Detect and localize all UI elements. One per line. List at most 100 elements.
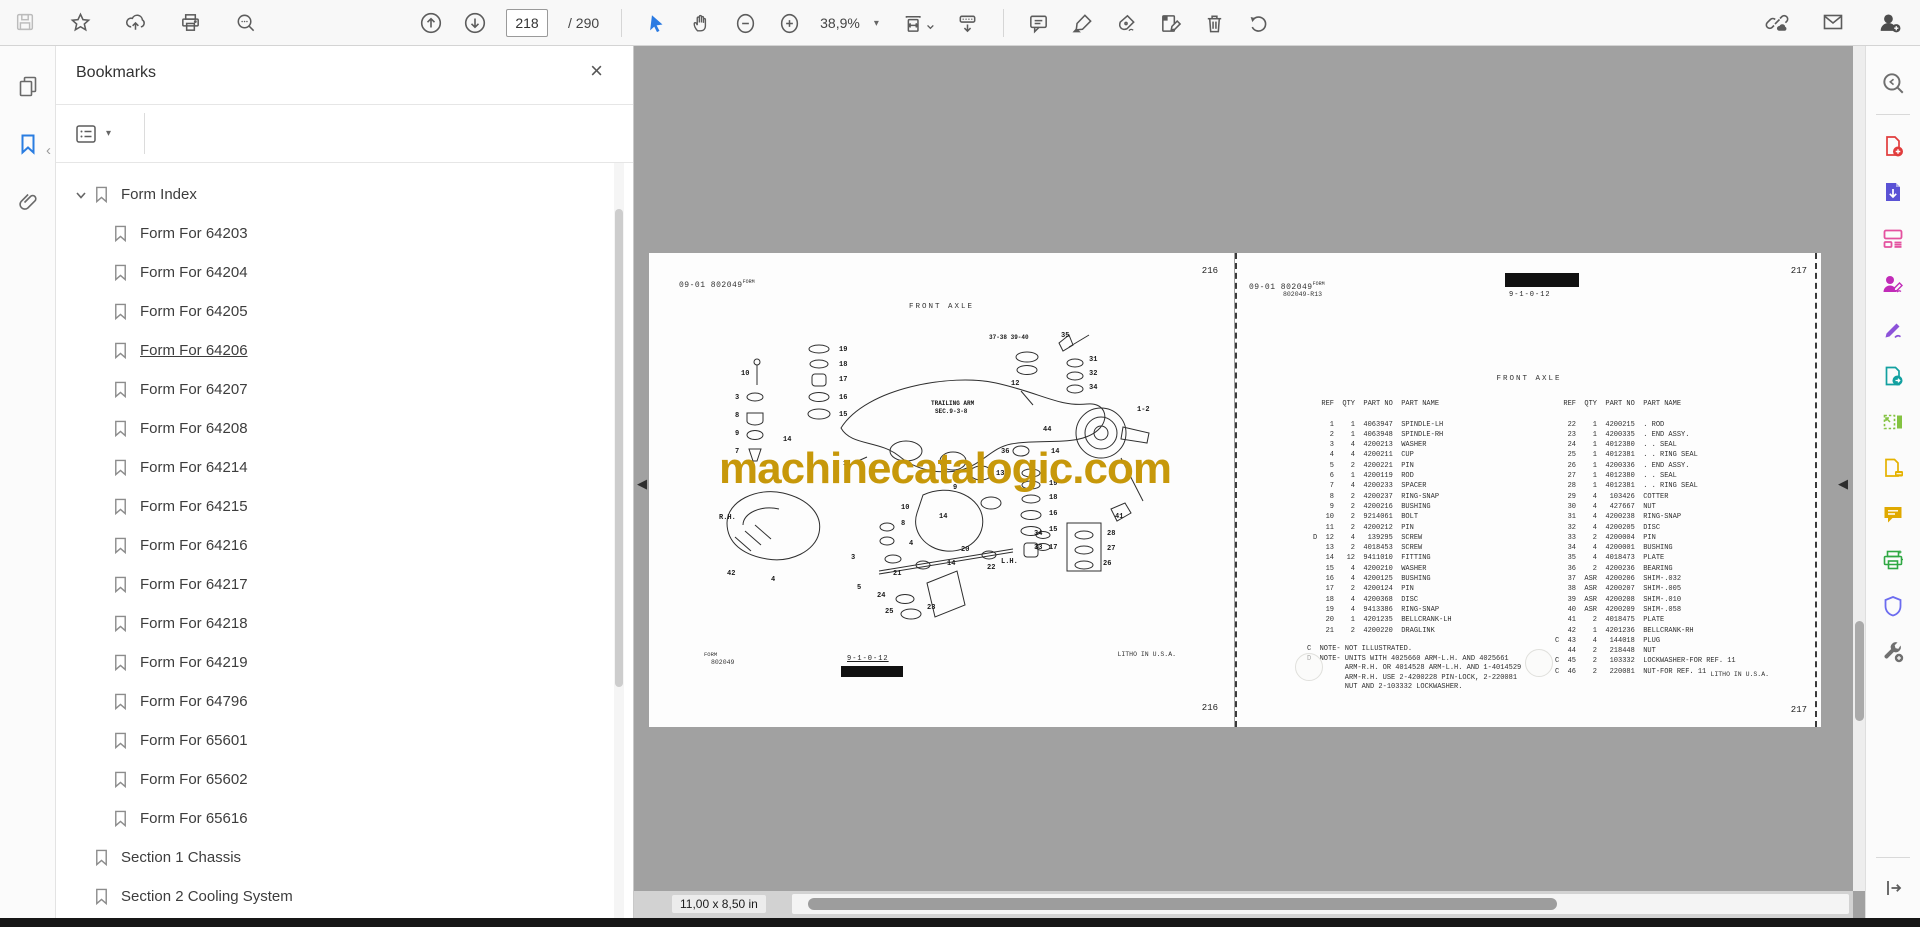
bookmark-item[interactable]: Form For 65601 xyxy=(56,721,611,760)
bookmark-item-label: Form For 64206 xyxy=(140,342,248,359)
select-tool-icon[interactable] xyxy=(644,10,670,36)
protect-icon[interactable] xyxy=(1866,583,1920,629)
bookmark-item[interactable]: Form For 64204 xyxy=(56,253,611,292)
svg-text:5: 5 xyxy=(857,584,861,592)
previous-page-icon[interactable] xyxy=(418,10,444,36)
svg-text:16: 16 xyxy=(1049,510,1057,518)
search-tools-icon[interactable] xyxy=(1866,60,1920,106)
zoom-level-dropdown[interactable]: 38,9% ▾ xyxy=(820,15,879,31)
bookmark-item[interactable]: Section 2 Cooling System xyxy=(56,877,611,916)
bookmark-item-label: Form For 64208 xyxy=(140,420,248,437)
close-icon[interactable]: × xyxy=(590,58,603,84)
delete-trash-icon[interactable] xyxy=(1202,10,1228,36)
highlighter-icon[interactable] xyxy=(1070,10,1096,36)
bookmark-item[interactable]: Form For 64218 xyxy=(56,604,611,643)
hand-tool-icon[interactable] xyxy=(688,10,714,36)
edit-pdf-icon[interactable] xyxy=(1866,215,1920,261)
share-link-icon[interactable] xyxy=(1764,9,1790,35)
svg-text:25: 25 xyxy=(885,608,893,616)
bookmark-item[interactable]: Form Index xyxy=(56,175,611,214)
bookmark-item[interactable]: Form For 64215 xyxy=(56,487,611,526)
edit-page-icon[interactable] xyxy=(1158,10,1184,36)
create-pdf-icon[interactable] xyxy=(1866,123,1920,169)
svg-text:1-2: 1-2 xyxy=(1137,406,1150,414)
email-icon[interactable] xyxy=(1820,9,1846,35)
svg-text:42: 42 xyxy=(727,570,735,578)
comment-icon[interactable] xyxy=(1026,10,1052,36)
page-scrolling-icon[interactable] xyxy=(955,10,981,36)
bookmark-item[interactable]: Form For 65602 xyxy=(56,760,611,799)
svg-text:R.H.: R.H. xyxy=(719,514,736,522)
svg-text:4: 4 xyxy=(771,576,775,584)
scan-and-ocr-icon[interactable] xyxy=(1866,537,1920,583)
expand-tools-arrow-icon[interactable]: ◀ xyxy=(1838,476,1848,492)
bookmarks-scrollbar[interactable] xyxy=(614,163,624,918)
bookmarks-options-button[interactable]: ▾ xyxy=(74,123,111,145)
svg-text:18: 18 xyxy=(839,361,847,369)
bookmark-item[interactable]: Form For 64216 xyxy=(56,526,611,565)
bookmark-icon xyxy=(93,848,110,867)
bookmarks-tree: Form Index Form For 64203 Form For 64204 Fo… xyxy=(56,163,611,918)
organize-pages-icon[interactable] xyxy=(1866,399,1920,445)
top-toolbar: / 290 38,9% ▾ xyxy=(0,0,1920,46)
next-page-icon[interactable] xyxy=(462,10,488,36)
bookmark-item[interactable]: Form For 65616 xyxy=(56,799,611,838)
print-icon[interactable] xyxy=(177,9,203,35)
fill-and-sign-icon[interactable] xyxy=(1866,307,1920,353)
bookmark-item[interactable]: Form For 64219 xyxy=(56,643,611,682)
document-horizontal-scrollbar-thumb[interactable] xyxy=(808,898,1557,910)
bookmark-item[interactable]: Form For 64206 xyxy=(56,331,611,370)
search-icon[interactable] xyxy=(232,9,258,35)
bookmark-icon xyxy=(112,614,129,633)
svg-text:L.H.: L.H. xyxy=(1001,558,1018,566)
panel-collapse-notch-icon[interactable]: ‹ xyxy=(46,142,51,159)
redo-rotate-icon[interactable] xyxy=(1246,10,1272,36)
account-avatar-icon[interactable] xyxy=(1876,9,1902,35)
document-status-bar: 11,00 x 8,50 in xyxy=(634,891,1853,918)
bookmark-icon xyxy=(112,536,129,555)
bookmark-item[interactable]: Section 1 Chassis xyxy=(56,838,611,877)
bookmarks-scrollbar-thumb[interactable] xyxy=(615,209,623,687)
fit-width-icon[interactable] xyxy=(897,10,937,36)
svg-text:20: 20 xyxy=(961,546,969,554)
bookmark-item-label: Form For 64217 xyxy=(140,576,248,593)
star-icon[interactable] xyxy=(67,9,93,35)
bookmark-item[interactable]: Form For 64205 xyxy=(56,292,611,331)
bookmark-item[interactable]: Form For 64214 xyxy=(56,448,611,487)
chevron-down-icon[interactable] xyxy=(69,188,93,202)
svg-text:26: 26 xyxy=(1103,560,1111,568)
previous-spread-arrow-icon[interactable]: ◀ xyxy=(637,476,647,492)
bookmark-item[interactable]: Form For 64208 xyxy=(56,409,611,448)
bookmark-item[interactable]: Form For 64203 xyxy=(56,214,611,253)
collapse-tools-rail-icon[interactable] xyxy=(1866,876,1920,900)
more-tools-icon[interactable] xyxy=(1866,629,1920,675)
page-number-input[interactable] xyxy=(506,9,548,37)
svg-text:10: 10 xyxy=(901,504,909,512)
svg-text:16: 16 xyxy=(839,394,847,402)
bookmark-item[interactable]: Form For 64217 xyxy=(56,565,611,604)
svg-text:SEC.9-3-8: SEC.9-3-8 xyxy=(935,408,968,415)
export-pdf-icon[interactable] xyxy=(1866,169,1920,215)
request-esignatures-icon[interactable] xyxy=(1866,261,1920,307)
document-horizontal-scrollbar[interactable] xyxy=(792,894,1849,914)
comment-tool-icon[interactable] xyxy=(1866,491,1920,537)
zoom-in-icon[interactable] xyxy=(776,10,802,36)
sign-pen-icon[interactable] xyxy=(1114,10,1140,36)
zoom-out-icon[interactable] xyxy=(732,10,758,36)
bookmark-item[interactable]: Form For 64796 xyxy=(56,682,611,721)
attachments-icon[interactable] xyxy=(0,180,55,224)
bookmark-item[interactable]: Form For 64207 xyxy=(56,370,611,409)
bookmarks-options-row: ▾ xyxy=(56,105,633,163)
convert-pdf-icon[interactable] xyxy=(1866,353,1920,399)
document-vertical-scrollbar-thumb[interactable] xyxy=(1855,621,1864,721)
share-upload-icon[interactable] xyxy=(122,9,148,35)
svg-text:24: 24 xyxy=(877,592,885,600)
combine-files-icon[interactable] xyxy=(1866,445,1920,491)
svg-text:44: 44 xyxy=(1043,426,1051,434)
svg-text:17: 17 xyxy=(839,376,847,384)
page-edge-dash xyxy=(1815,253,1817,727)
page-thumbnails-icon[interactable] xyxy=(0,64,55,108)
save-icon[interactable] xyxy=(12,9,38,35)
parts-table-right-column: REF QTY PART NO PART NAME 22 1 4200215 .… xyxy=(1555,400,1736,676)
stamp-code: 9-1-0-12 xyxy=(1509,291,1551,299)
